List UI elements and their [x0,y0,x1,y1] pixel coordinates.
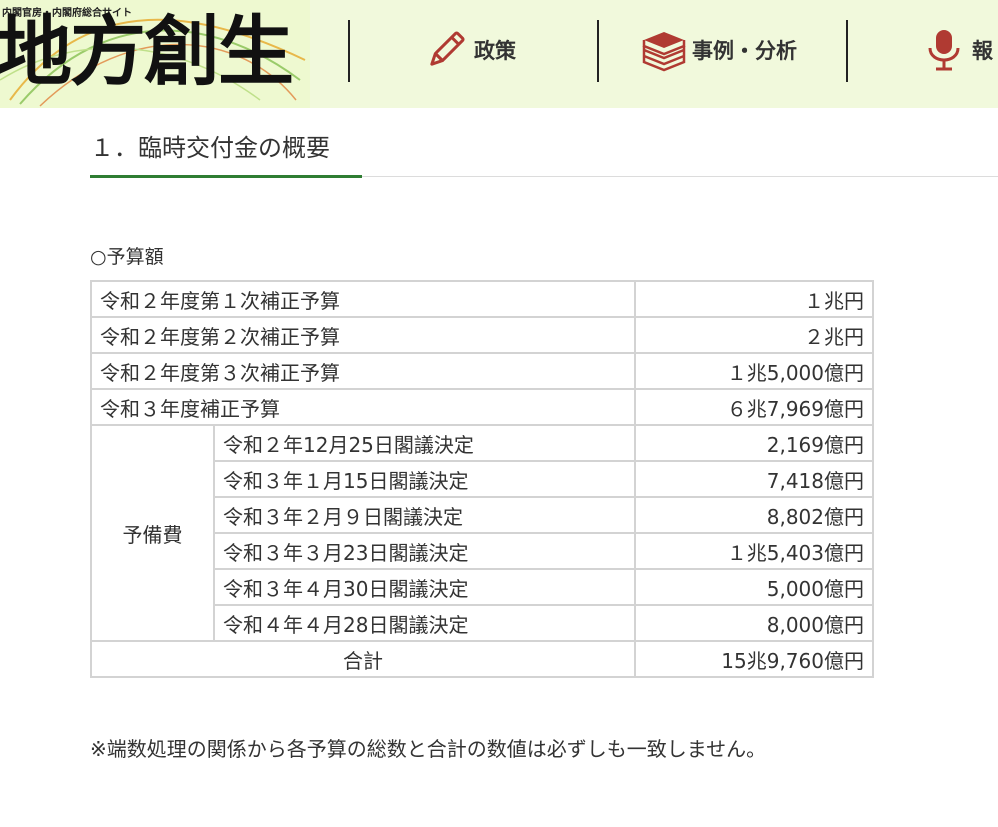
budget-item-name: 令和４年４月28日閣議決定 [213,604,636,642]
table-row: 令和２年度第３次補正予算 １兆5,000億円 [90,352,874,390]
budget-amount: 7,418億円 [634,460,874,498]
table-row: 令和２年度第２次補正予算 ２兆円 [90,316,874,354]
budget-amount: １兆5,000億円 [634,352,874,390]
nav-item-label: 事例・分析 [692,39,797,63]
table-row-total: 合計 15兆9,760億円 [90,640,874,678]
budget-item-name: 令和２年度第１次補正予算 [90,280,636,318]
books-icon [642,28,686,72]
reserve-fund-label: 予備費 [90,424,215,642]
budget-amount: 8,802億円 [634,496,874,534]
budget-item-name: 令和３年度補正予算 [90,388,636,426]
nav-separator [846,20,848,82]
budget-amount: 8,000億円 [634,604,874,642]
budget-amount: １兆5,403億円 [634,532,874,570]
nav-separator [597,20,599,82]
budget-amount: 2,169億円 [634,424,874,462]
section-title: １．臨時交付金の概要 [90,134,330,162]
table-row: 予備費 令和２年12月25日閣議決定 2,169億円 [90,424,874,642]
nav-item-label: 政策 [474,39,516,63]
pencil-icon [424,28,468,72]
nav-item-label: 報 [972,39,993,63]
budget-item-name: 令和３年２月９日閣議決定 [213,496,636,534]
microphone-icon [922,28,966,72]
site-logo[interactable]: 内閣官房・内閣府総合サイト 地方創生 [0,0,310,108]
nav-item-report[interactable]: 報 [922,22,993,78]
table-row: 令和３年度補正予算 ６兆7,969億円 [90,388,874,426]
budget-item-name: 令和３年３月23日閣議決定 [213,532,636,570]
total-amount: 15兆9,760億円 [634,640,874,678]
table-row: 令和２年度第１次補正予算 １兆円 [90,280,874,318]
budget-item-name: 令和２年度第２次補正予算 [90,316,636,354]
budget-label: ○予算額 [90,246,164,268]
nav-separator [348,20,350,82]
budget-table: 令和２年度第１次補正予算 １兆円 令和２年度第２次補正予算 ２兆円 令和２年度第… [90,280,874,678]
nav-item-cases-analysis[interactable]: 事例・分析 [642,22,797,78]
footnote: ※端数処理の関係から各予算の総数と合計の数値は必ずしも一致しません。 [90,737,767,761]
nav-item-policy[interactable]: 政策 [424,22,516,78]
budget-item-name: 令和２年12月25日閣議決定 [213,424,636,462]
budget-item-name: 令和３年１月15日閣議決定 [213,460,636,498]
site-header: 内閣官房・内閣府総合サイト 地方創生 政策 事例・分析 報 [0,0,998,108]
logo-title: 地方創生 [0,7,294,96]
budget-item-name: 令和３年４月30日閣議決定 [213,568,636,606]
budget-amount: ６兆7,969億円 [634,388,874,426]
total-label: 合計 [90,640,636,678]
budget-amount: ２兆円 [634,316,874,354]
title-accent-bar [90,175,362,178]
budget-amount: 5,000億円 [634,568,874,606]
budget-amount: １兆円 [634,280,874,318]
budget-item-name: 令和２年度第３次補正予算 [90,352,636,390]
